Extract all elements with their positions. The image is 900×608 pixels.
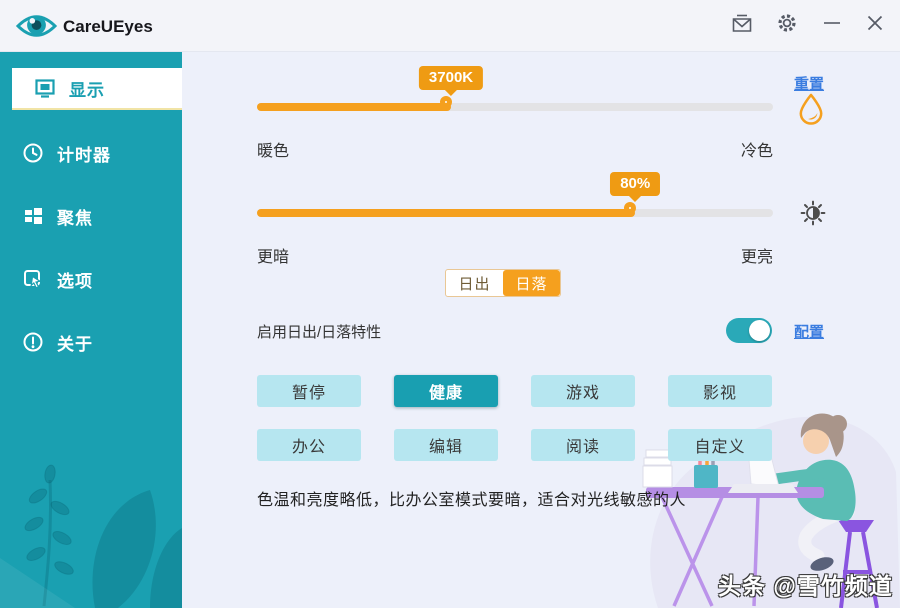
focus-icon	[22, 205, 44, 227]
close-icon	[862, 10, 888, 36]
title-bar: CareUEyes	[0, 0, 900, 52]
app-title: CareUEyes	[63, 17, 153, 37]
slider-fill	[257, 209, 635, 217]
channel-watermark: 头条 @雪竹频道	[718, 567, 893, 601]
sidebar-item-label: 显示	[69, 76, 105, 101]
mode-button-reading[interactable]: 阅读	[531, 429, 635, 461]
sidebar-item-timer[interactable]: 计时器	[0, 133, 182, 173]
sidebar-item-label: 计时器	[57, 141, 111, 166]
close-button[interactable]	[862, 10, 888, 36]
mode-button-edit[interactable]: 编辑	[394, 429, 498, 461]
toggle-knob	[749, 320, 770, 341]
careueyes-window: CareUEyes	[0, 0, 900, 608]
brightness-value-tooltip: 80%	[610, 172, 660, 196]
options-icon	[22, 268, 44, 290]
sunrise-sunset-segment: 日出 日落	[445, 269, 561, 297]
monitor-icon	[34, 77, 56, 99]
sidebar-item-label: 聚焦	[57, 204, 93, 229]
sidebar-item-focus[interactable]: 聚焦	[0, 196, 182, 236]
app-logo-eye-icon	[14, 9, 59, 43]
mode-button-health[interactable]: 健康	[394, 375, 498, 407]
mode-button-custom[interactable]: 自定义	[668, 429, 772, 461]
configure-link[interactable]: 配置	[794, 321, 824, 342]
settings-button[interactable]	[774, 10, 800, 36]
mail-icon	[730, 11, 754, 35]
sunset-option[interactable]: 日落	[503, 270, 560, 296]
timer-icon	[22, 142, 44, 164]
gear-icon	[775, 11, 799, 35]
mode-button-office[interactable]: 办公	[257, 429, 361, 461]
brighter-label: 更亮	[741, 243, 773, 267]
leaf-decoration	[0, 428, 182, 608]
darker-label: 更暗	[257, 243, 289, 267]
sunrise-option[interactable]: 日出	[446, 270, 503, 296]
sidebar-item-display[interactable]: 显示	[12, 68, 182, 110]
color-temp-value-tooltip: 3700K	[419, 66, 483, 90]
mode-button-pause[interactable]: 暂停	[257, 375, 361, 407]
sidebar: 显示 计时器 聚焦 选项	[0, 52, 182, 608]
sidebar-item-label: 关于	[57, 330, 93, 355]
sidebar-item-label: 选项	[57, 267, 93, 292]
slider-fill	[257, 103, 451, 111]
reset-link[interactable]: 重置	[794, 73, 824, 94]
minimize-button[interactable]	[819, 10, 845, 36]
feedback-mail-button[interactable]	[729, 10, 755, 36]
color-temp-slider[interactable]: 3700K	[257, 96, 773, 118]
color-temp-droplet-icon	[796, 92, 826, 125]
brightness-icon	[799, 199, 827, 227]
sun-feature-toggle[interactable]	[726, 318, 772, 343]
sun-feature-label: 启用日出/日落特性	[257, 321, 381, 342]
color-temp-slider-thumb[interactable]	[440, 96, 452, 108]
sidebar-item-options[interactable]: 选项	[0, 259, 182, 299]
mode-button-movie[interactable]: 影视	[668, 375, 772, 407]
mode-button-game[interactable]: 游戏	[531, 375, 635, 407]
minimize-icon	[820, 11, 844, 35]
about-icon	[22, 331, 44, 353]
cool-label: 冷色	[741, 137, 773, 161]
warm-label: 暖色	[257, 137, 289, 161]
sidebar-item-about[interactable]: 关于	[0, 322, 182, 362]
brightness-slider[interactable]: 80%	[257, 202, 773, 224]
mode-description: 色温和亮度略低，比办公室模式要暗，适合对光线敏感的人	[257, 486, 686, 510]
